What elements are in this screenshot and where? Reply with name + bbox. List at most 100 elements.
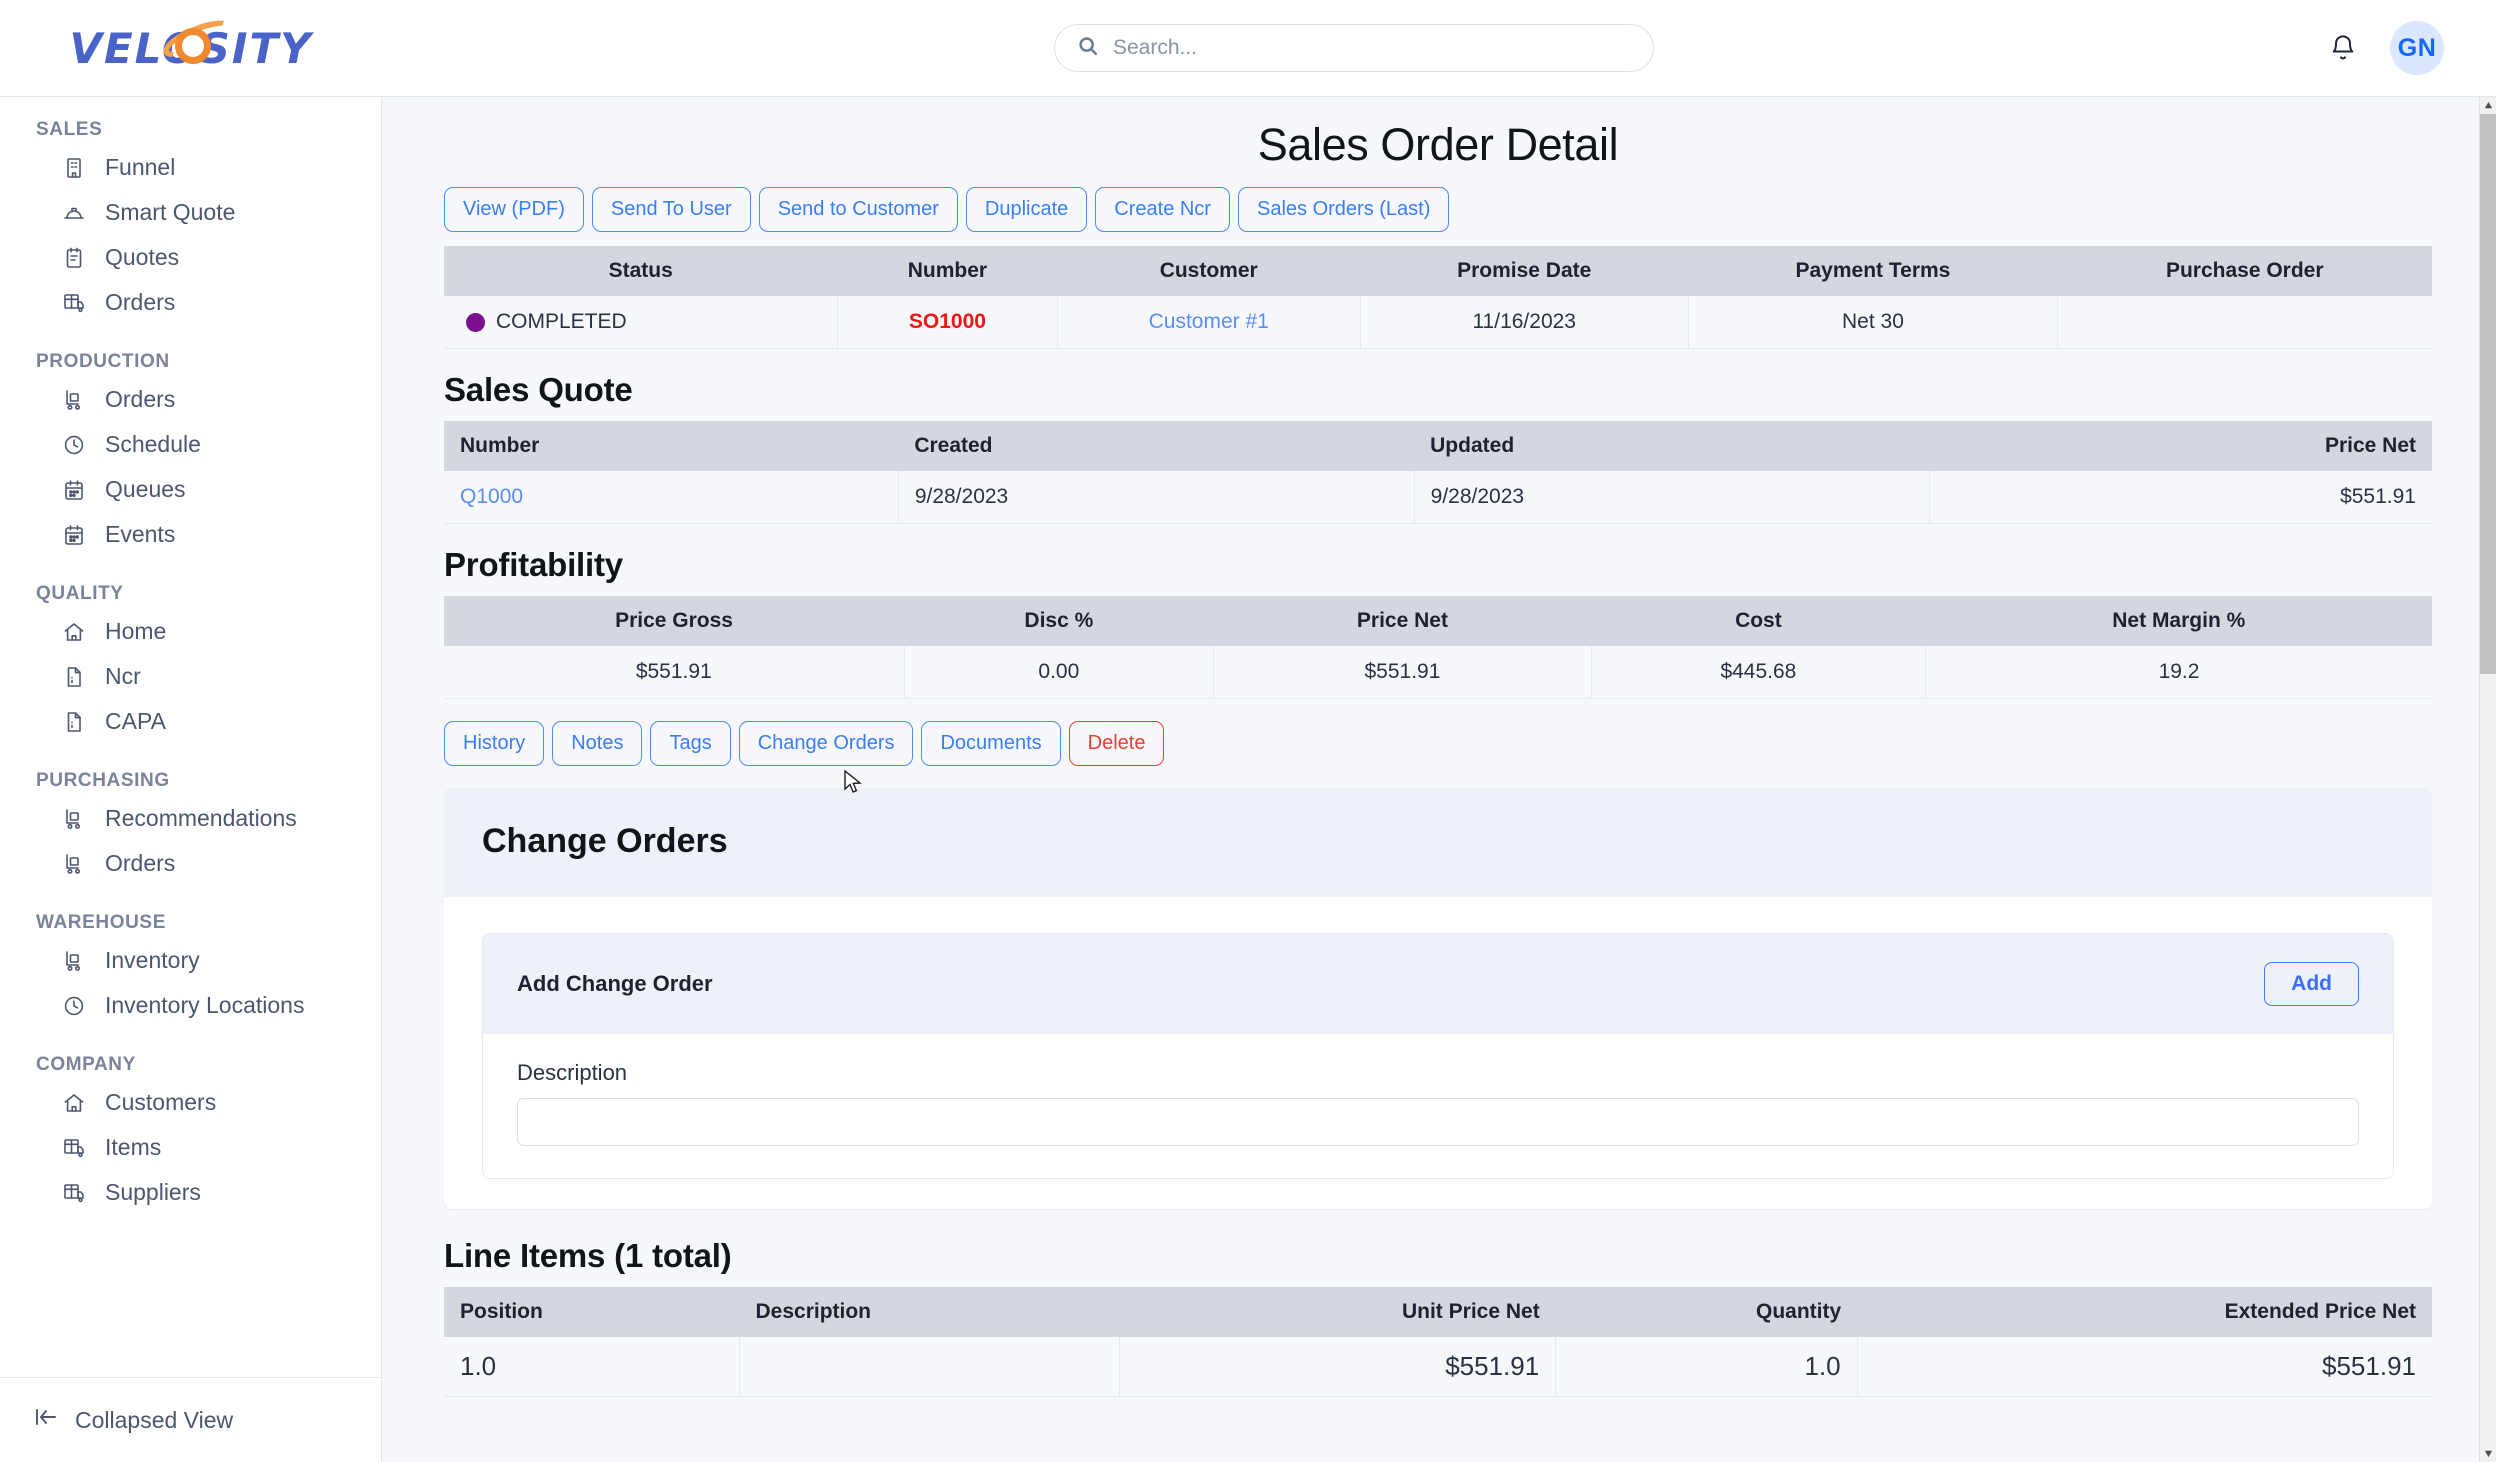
home-icon	[62, 1091, 86, 1115]
sidebar-item-ncr[interactable]: Ncr	[0, 654, 381, 699]
scroll-up-arrow-icon[interactable]	[2480, 97, 2496, 114]
sidebar-item-label: Items	[105, 1134, 162, 1160]
description-input[interactable]	[517, 1098, 2359, 1146]
table-header-row: Number Created Updated Price Net	[444, 421, 2432, 471]
search-icon	[1077, 35, 1099, 62]
cell-extended-price-net: $551.91	[1856, 1337, 2432, 1397]
sidebar-item-smart-quote[interactable]: Smart Quote	[0, 190, 381, 235]
sidebar-item-home[interactable]: Home	[0, 609, 381, 654]
sidebar-item-inventory[interactable]: Inventory	[0, 938, 381, 983]
sidebar-item-queues[interactable]: Queues	[0, 467, 381, 512]
create-ncr-button[interactable]: Create Ncr	[1095, 187, 1230, 232]
profitability-table: Price Gross Disc % Price Net Cost Net Margin…	[444, 596, 2432, 699]
collapsed-view-label: Collapsed View	[75, 1406, 234, 1433]
search-box[interactable]	[1054, 24, 1654, 72]
order-summary-table: Status Number Customer Promise Date Payment …	[444, 246, 2432, 349]
sidebar-item-label: Schedule	[105, 431, 201, 457]
grid-truck-icon	[62, 1136, 86, 1160]
cell-purchase-order	[2056, 296, 2432, 349]
cell-price-gross: $551.91	[444, 646, 905, 699]
customer-link[interactable]: Customer #1	[1149, 310, 1269, 333]
clipboard-icon	[62, 246, 86, 270]
sidebar-item-label: Home	[105, 618, 167, 644]
sidebar-item-orders[interactable]: Orders	[0, 280, 381, 325]
sidebar-item-suppliers[interactable]: Suppliers	[0, 1170, 381, 1215]
sidebar-item-recommendations[interactable]: Recommendations	[0, 796, 381, 841]
nav-group-company: COMPANY Customers Items Suppliers	[0, 1054, 381, 1215]
sidebar-item-items[interactable]: Items	[0, 1125, 381, 1170]
duplicate-button[interactable]: Duplicate	[965, 187, 1088, 232]
table-header-row: Status Number Customer Promise Date Payment …	[444, 246, 2432, 296]
sidebar-item-label: Inventory Locations	[105, 992, 305, 1018]
quote-link[interactable]: Q1000	[460, 485, 523, 508]
logo[interactable]: VELOSITY	[0, 12, 382, 73]
sidebar-item-events[interactable]: Events	[0, 512, 381, 557]
status-label: COMPLETED	[496, 310, 627, 333]
documents-button[interactable]: Documents	[921, 721, 1061, 766]
top-bar: VELOSITY GN	[0, 0, 2496, 97]
topbar-right: GN	[2326, 21, 2496, 75]
change-orders-button[interactable]: Change Orders	[738, 721, 914, 766]
sidebar-item-capa[interactable]: CAPA	[0, 699, 381, 744]
cell-price-net: $551.91	[1213, 646, 1592, 699]
column-header: Promise Date	[1360, 246, 1689, 296]
sidebar-item-label: Orders	[105, 850, 176, 876]
nav-group-title: COMPANY	[36, 1054, 136, 1075]
send-to-user-button[interactable]: Send To User	[591, 187, 751, 232]
scrollbar-thumb[interactable]	[2480, 114, 2496, 674]
sidebar-item-orders[interactable]: Orders	[0, 841, 381, 886]
grid-truck-icon	[62, 1181, 86, 1205]
change-orders-title: Change Orders	[482, 822, 728, 860]
body: SALES Funnel Smart Quote Quotes Orders PRODUC…	[0, 97, 2496, 1462]
column-header: Number	[444, 421, 899, 471]
sidebar-item-orders[interactable]: Orders	[0, 377, 381, 422]
delete-button[interactable]: Delete	[1068, 721, 1165, 766]
scroll-down-arrow-icon[interactable]	[2480, 1445, 2496, 1462]
add-change-order-panel: Add Change Order Add Description	[482, 933, 2394, 1179]
vertical-scrollbar[interactable]	[2479, 97, 2496, 1462]
view-pdf-button[interactable]: View (PDF)	[444, 187, 584, 232]
column-header: Price Gross	[444, 596, 905, 646]
sidebar-item-label: Suppliers	[105, 1179, 201, 1205]
handtruck-icon	[62, 852, 86, 876]
send-to-customer-button[interactable]: Send to Customer	[758, 187, 958, 232]
history-button[interactable]: History	[444, 721, 545, 766]
search-area	[382, 24, 2326, 72]
sidebar-item-label: CAPA	[105, 708, 166, 734]
search-input[interactable]	[1113, 36, 1631, 60]
handtruck-icon	[62, 807, 86, 831]
avatar[interactable]: GN	[2390, 21, 2444, 75]
logo-orbit-icon	[175, 27, 212, 64]
change-orders-body: Add Change Order Add Description	[444, 897, 2432, 1209]
column-header: Description	[739, 1287, 1120, 1337]
notes-button[interactable]: Notes	[552, 721, 643, 766]
sidebar-item-customers[interactable]: Customers	[0, 1080, 381, 1125]
page-title: Sales Order Detail	[1257, 119, 1619, 170]
column-header: Customer	[1057, 246, 1361, 296]
tags-button[interactable]: Tags	[650, 721, 731, 766]
main-content: Sales Order Detail View (PDF) Send To Use…	[382, 97, 2496, 1462]
change-orders-card: Change Orders Add Change Order Add Descr…	[444, 788, 2432, 1209]
cell-unit-price-net: $551.91	[1118, 1337, 1556, 1397]
bell-icon[interactable]	[2326, 31, 2360, 65]
add-change-order-button[interactable]: Add	[2264, 962, 2359, 1006]
column-header: Price Net	[1929, 421, 2432, 471]
sidebar-item-funnel[interactable]: Funnel	[0, 145, 381, 190]
line-items-table: Position Description Unit Price Net Quantit…	[444, 1287, 2432, 1397]
sub-action-bar: History Notes Tags Change Orders Documents De…	[444, 721, 2432, 766]
cell-position: 1.0	[444, 1337, 740, 1397]
collapsed-view-button[interactable]: Collapsed View	[0, 1377, 381, 1462]
add-change-order-form: Description	[483, 1034, 2393, 1178]
order-number: SO1000	[908, 310, 986, 333]
profitability-title: Profitability	[444, 546, 623, 583]
sales-orders-last-button[interactable]: Sales Orders (Last)	[1237, 187, 1450, 232]
column-header: Extended Price Net	[1857, 1287, 2432, 1337]
sidebar-item-label: Orders	[105, 289, 176, 315]
nav-group-title: SALES	[36, 119, 103, 140]
sidebar-item-inventory-locations[interactable]: Inventory Locations	[0, 983, 381, 1028]
nav-group-quality: QUALITY Home Ncr CAPA	[0, 583, 381, 744]
cell-status: COMPLETED	[444, 296, 838, 349]
sidebar-item-quotes[interactable]: Quotes	[0, 235, 381, 280]
sidebar-item-schedule[interactable]: Schedule	[0, 422, 381, 467]
cell-disc-pct: 0.00	[903, 646, 1214, 699]
